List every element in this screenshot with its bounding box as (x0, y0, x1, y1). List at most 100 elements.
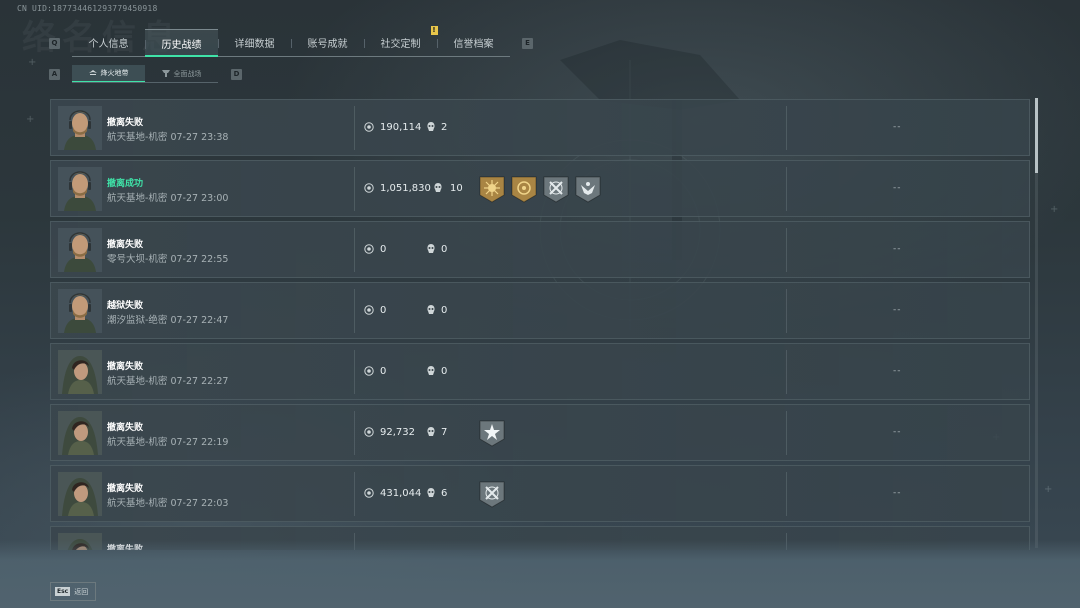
column-divider (354, 167, 355, 211)
medal-list (479, 419, 505, 447)
tab-personal-info[interactable]: 个人信息 (72, 29, 145, 56)
subtab-full-war[interactable]: 全面战场 (145, 65, 218, 82)
column-divider (786, 350, 787, 394)
column-divider (354, 289, 355, 333)
medal-list (479, 480, 505, 508)
skull-icon (427, 488, 435, 497)
esc-key-hint: Esc (55, 587, 71, 596)
operator-avatar (58, 167, 102, 211)
tab-reputation[interactable]: 信誉档案 (437, 29, 510, 56)
match-map-time: 航天基地-机密 07-27 22:27 (107, 376, 229, 387)
player-uid: CN UID:18773446129377945091​8 (17, 4, 158, 13)
match-row[interactable]: 越狱失败 潮汐监狱-绝密 07-27 22:47 0 0 -- (50, 282, 1030, 339)
value-coin-icon (364, 244, 374, 254)
tab-label: 详细数据 (234, 39, 275, 50)
column-divider (786, 472, 787, 516)
match-result: 撤离失败 (107, 484, 144, 494)
match-result: 撤离失败 (107, 423, 144, 433)
match-kills: 2 (441, 122, 448, 133)
match-map-time: 航天基地-机密 07-27 23:38 (107, 132, 229, 143)
column-divider (354, 411, 355, 455)
match-value: 0 (380, 305, 387, 316)
match-row[interactable]: 撤离失败 航天基地-机密 07-27 22:19 92,732 7 -- (50, 404, 1030, 461)
value-coin-icon (364, 366, 374, 376)
match-value: 0 (380, 244, 387, 255)
subtab-prev-key-hint[interactable]: A (49, 69, 60, 80)
match-map-time: 零号大坝-机密 07-27 22:55 (107, 254, 229, 265)
medal-silver-crossed-icon[interactable] (543, 175, 569, 203)
operator-avatar (58, 289, 102, 333)
mode-subtabs: 烽火地带 全面战场 (72, 65, 218, 83)
match-value: 431,044 (380, 488, 422, 499)
skull-icon (434, 183, 442, 192)
skull-icon (427, 122, 435, 131)
tab-prev-key-hint[interactable]: Q (49, 38, 60, 49)
column-divider (354, 228, 355, 272)
extra-info: -- (893, 183, 902, 193)
operator-avatar (58, 472, 102, 516)
medal-silver-star-icon[interactable] (479, 419, 505, 447)
match-row[interactable]: 撤离失败 零号大坝-机密 07-27 22:55 0 0 -- (50, 221, 1030, 278)
column-divider (786, 411, 787, 455)
value-coin-icon (364, 427, 374, 437)
column-divider (354, 106, 355, 150)
extra-info: -- (893, 244, 902, 254)
list-scrollbar[interactable] (1035, 98, 1038, 548)
medal-silver-crossed-icon[interactable] (479, 480, 505, 508)
medal-gold-target-icon[interactable] (511, 175, 537, 203)
back-button[interactable]: Esc 返回 (50, 582, 96, 601)
subtab-next-key-hint[interactable]: D (231, 69, 242, 80)
column-divider (786, 167, 787, 211)
skull-icon (427, 366, 435, 375)
match-row[interactable]: 撤离失败 航天基地-机密 07-27 22:27 0 0 -- (50, 343, 1030, 400)
match-row[interactable]: 撤离失败 航天基地-机密 07-27 22:03 431,044 6 -- (50, 465, 1030, 522)
operator-avatar (58, 228, 102, 272)
subtab-label: 烽火地带 (100, 69, 129, 77)
match-kills: 7 (441, 427, 448, 438)
tab-match-history[interactable]: 历史战绩 (145, 29, 218, 57)
subtab-label: 全面战场 (173, 69, 202, 78)
tab-label: 账号成就 (307, 39, 348, 50)
footer-fog (0, 540, 1080, 608)
extra-info: -- (893, 122, 902, 132)
tab-label: 个人信息 (88, 39, 129, 50)
main-tabs: 个人信息 历史战绩 详细数据 账号成就 社交定制! 信誉档案 (72, 26, 510, 57)
operator-avatar (58, 411, 102, 455)
subtab-hazard-zone[interactable]: 烽火地带 (72, 65, 145, 82)
tab-label: 历史战绩 (161, 39, 202, 51)
match-result: 撤离失败 (107, 362, 144, 372)
svg-text:+: + (26, 114, 34, 125)
tab-achievements[interactable]: 账号成就 (291, 29, 364, 56)
medal-gold-sun-icon[interactable] (479, 175, 505, 203)
match-row[interactable]: 撤离失败 航天基地-机密 07-27 23:38 190,114 2 -- (50, 99, 1030, 156)
match-result: 撤离失败 (107, 240, 144, 250)
value-coin-icon (364, 305, 374, 315)
tab-label: 社交定制 (380, 39, 421, 50)
column-divider (786, 228, 787, 272)
match-result: 撤离失败 (107, 118, 144, 128)
tab-detailed-data[interactable]: 详细数据 (218, 29, 291, 56)
match-map-time: 航天基地-机密 07-27 22:03 (107, 498, 229, 509)
value-coin-icon (364, 122, 374, 132)
medal-silver-eagle-icon[interactable] (575, 175, 601, 203)
extra-info: -- (893, 488, 902, 498)
operator-avatar (58, 106, 102, 150)
extra-info: -- (893, 427, 902, 437)
column-divider (354, 350, 355, 394)
svg-text:+: + (1050, 204, 1058, 215)
match-row[interactable]: 撤离成功 航天基地-机密 07-27 23:00 1,051,830 10 -- (50, 160, 1030, 217)
column-divider (786, 106, 787, 150)
match-history-list: 撤离失败 航天基地-机密 07-27 23:38 190,114 2 -- 撤离成功 航天基… (50, 98, 1031, 550)
tab-next-key-hint[interactable]: E (522, 38, 533, 49)
back-label: 返回 (74, 587, 89, 596)
extra-info: -- (893, 366, 902, 376)
skull-icon (427, 305, 435, 314)
medal-list (479, 175, 601, 203)
operator-avatar (58, 350, 102, 394)
match-result: 越狱失败 (107, 301, 144, 311)
skull-icon (427, 244, 435, 253)
match-kills: 0 (441, 366, 448, 377)
scrollbar-thumb[interactable] (1035, 98, 1038, 173)
tab-social-custom[interactable]: 社交定制! (364, 26, 438, 56)
column-divider (354, 472, 355, 516)
